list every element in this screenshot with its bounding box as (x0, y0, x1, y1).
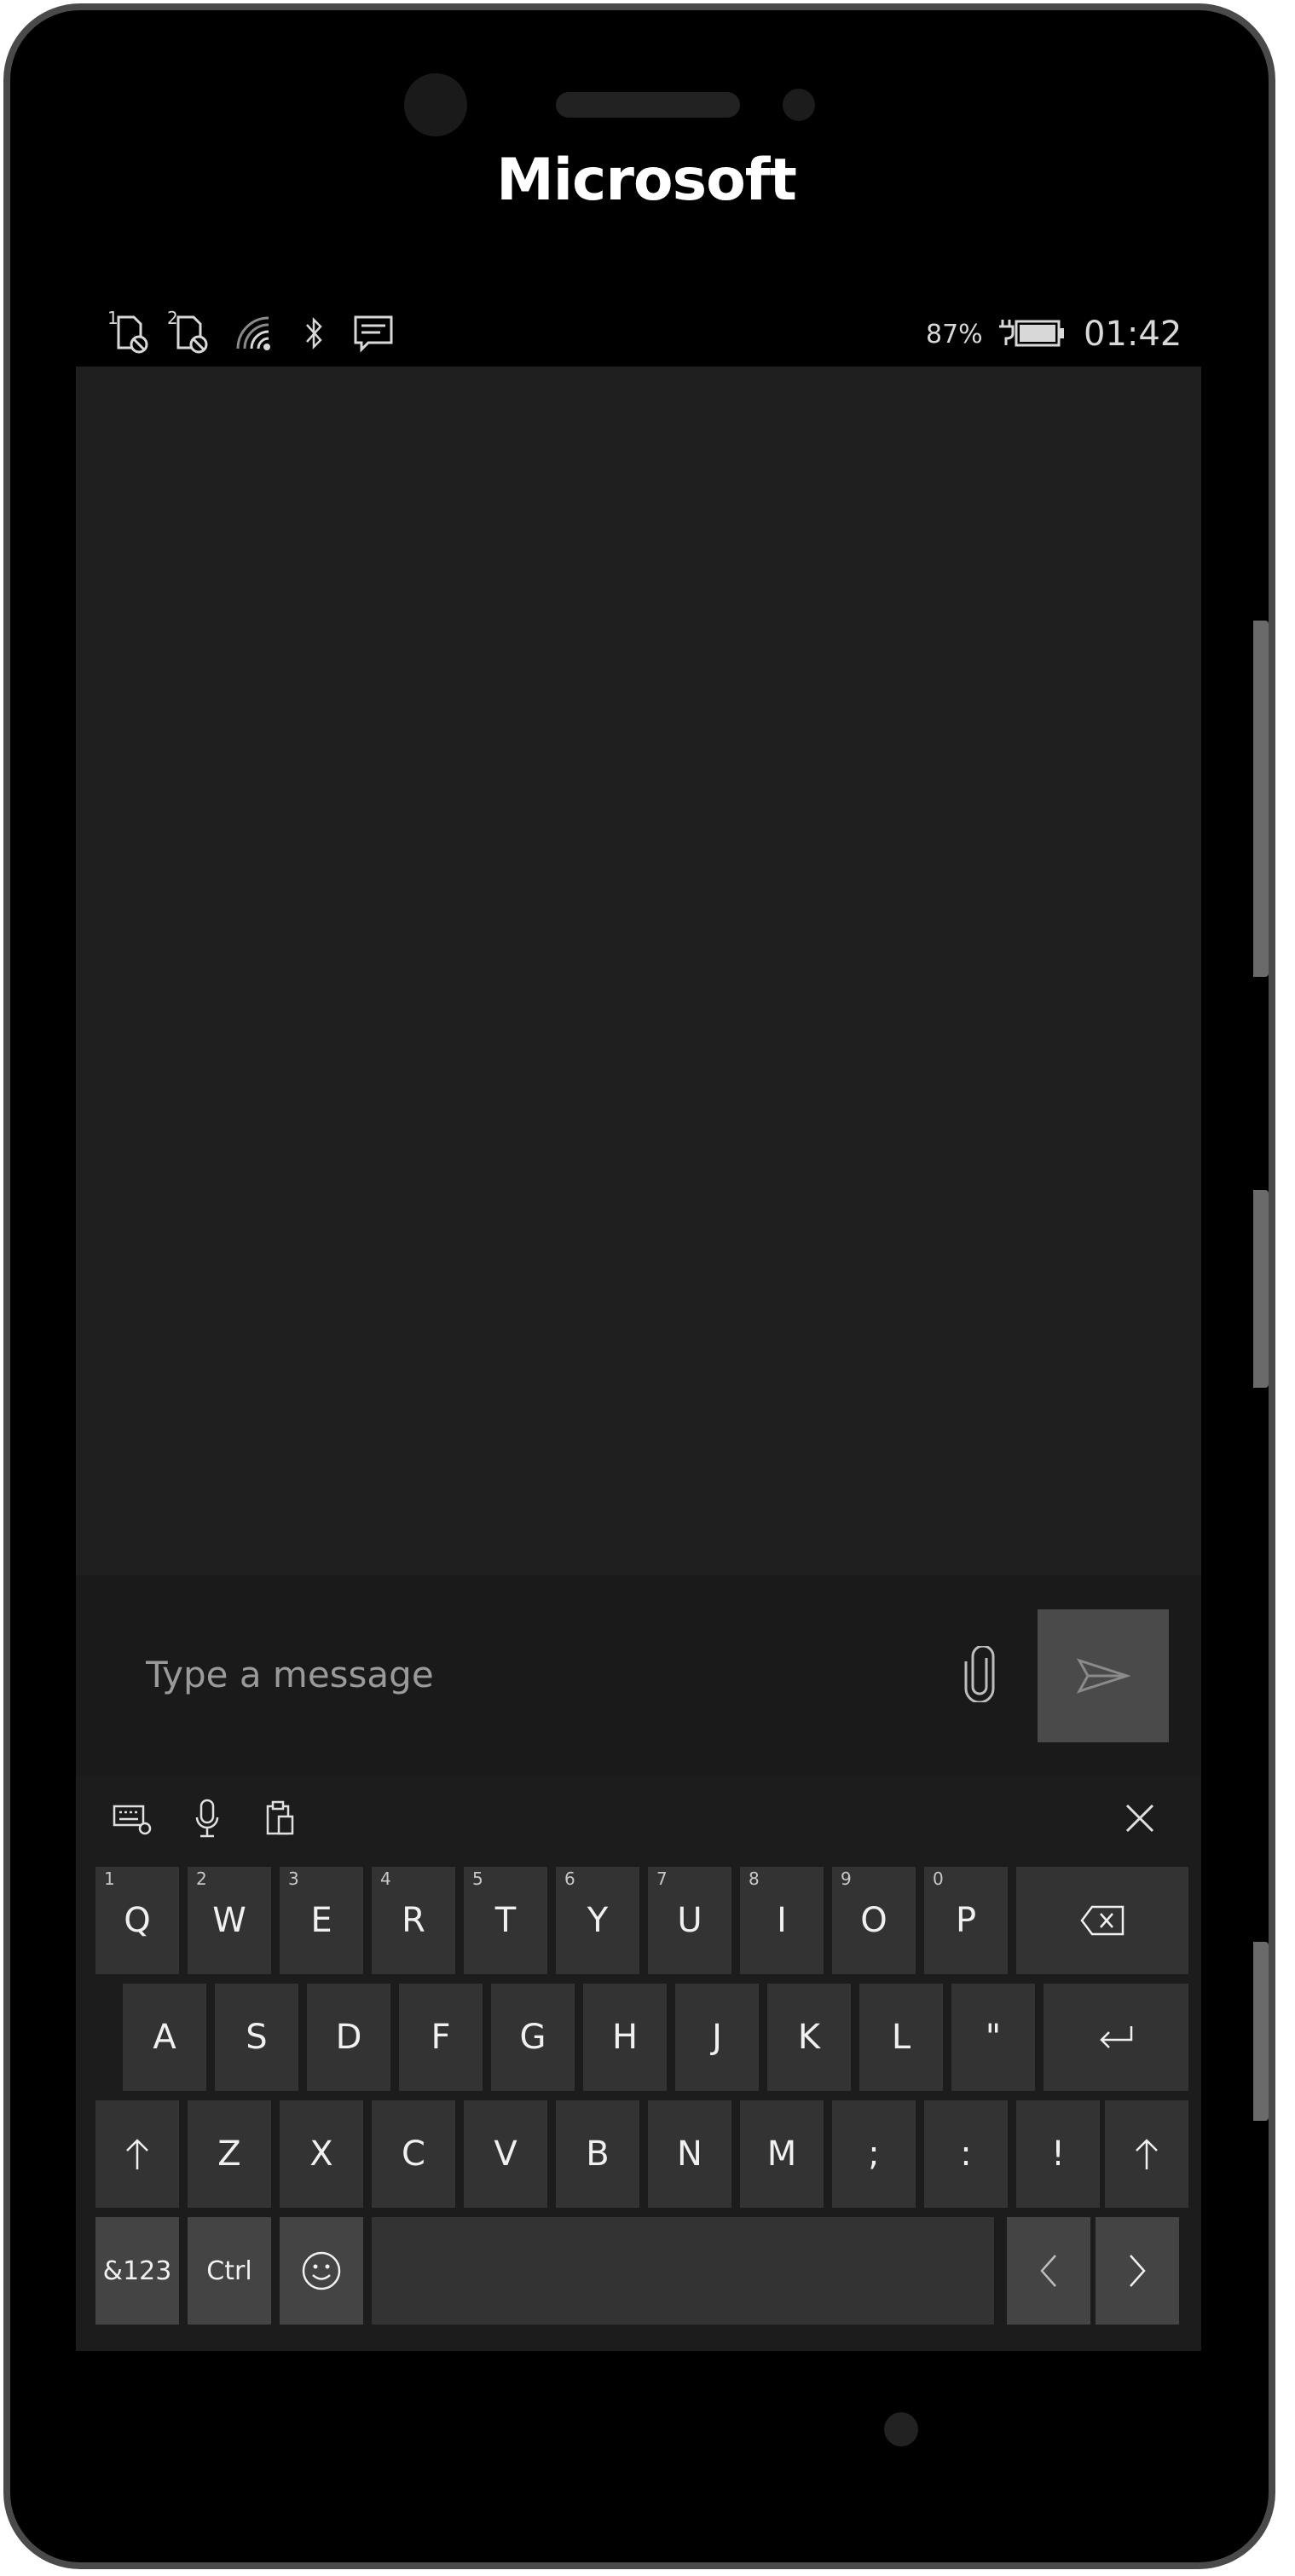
shift-key-right[interactable] (1105, 2100, 1188, 2208)
microphone-icon (195, 1799, 219, 1838)
backspace-icon (1080, 1905, 1124, 1936)
status-bar: 1 2 87% 01:42 (75, 303, 1200, 367)
key-g[interactable]: G (491, 1984, 575, 2091)
battery-percent: 87% (926, 320, 983, 349)
battery-charging-icon (997, 308, 1066, 359)
key-a[interactable]: A (123, 1984, 206, 2091)
paperclip-icon (964, 1646, 995, 1702)
sim1-no-service-icon: 1 (107, 308, 155, 359)
ctrl-key[interactable]: Ctrl (188, 2217, 271, 2325)
bottom-sensor (884, 2412, 918, 2446)
cursor-right-key[interactable] (1096, 2217, 1179, 2325)
bluetooth-icon (298, 308, 329, 359)
symbols-key[interactable]: &123 (95, 2217, 179, 2325)
key-colon[interactable]: : (924, 2100, 1008, 2208)
key-o[interactable]: 9O (832, 1867, 916, 1974)
cursor-left-key[interactable] (1007, 2217, 1090, 2325)
brand-logo: Microsoft (496, 147, 797, 214)
dictation-button[interactable] (182, 1793, 233, 1844)
sim2-no-service-icon: 2 (167, 308, 215, 359)
key-semicolon[interactable]: ; (832, 2100, 916, 2208)
key-t[interactable]: 5T (464, 1867, 547, 1974)
key-x[interactable]: X (280, 2100, 363, 2208)
key-k[interactable]: K (767, 1984, 851, 2091)
clipboard-button[interactable] (255, 1793, 306, 1844)
key-i[interactable]: 8I (740, 1867, 824, 1974)
proximity-sensor (783, 89, 815, 121)
key-f[interactable]: F (399, 1984, 483, 2091)
chevron-right-icon (1130, 2255, 1146, 2287)
on-screen-keyboard: 1Q 2W 3E 4R 5T 6Y 7U 8I 9O 0P A S D F G … (76, 1776, 1201, 2351)
earpiece-speaker (556, 92, 740, 118)
key-j[interactable]: J (675, 1984, 759, 2091)
key-v[interactable]: V (464, 2100, 547, 2208)
camera-button (1253, 1942, 1269, 2121)
keyboard-settings-icon (113, 1805, 152, 1835)
key-q[interactable]: 1Q (95, 1867, 179, 1974)
key-s[interactable]: S (215, 1984, 298, 2091)
shift-icon (126, 2139, 148, 2169)
key-quote[interactable]: " (951, 1984, 1035, 2091)
conversation-area (76, 367, 1201, 1575)
key-n[interactable]: N (648, 2100, 731, 2208)
key-c[interactable]: C (372, 2100, 455, 2208)
key-u[interactable]: 7U (648, 1867, 731, 1974)
emoji-key[interactable] (280, 2217, 363, 2325)
clock: 01:42 (1084, 315, 1182, 354)
close-icon (1125, 1804, 1154, 1833)
key-e[interactable]: 3E (280, 1867, 363, 1974)
power-button (1253, 1190, 1269, 1388)
attach-button[interactable] (941, 1632, 1018, 1717)
key-w[interactable]: 2W (188, 1867, 271, 1974)
send-button[interactable] (1038, 1609, 1169, 1742)
key-b[interactable]: B (556, 2100, 639, 2208)
space-key[interactable] (372, 2217, 994, 2325)
front-camera (404, 73, 467, 136)
key-exclamation[interactable]: ! (1016, 2100, 1100, 2208)
send-icon (1076, 1658, 1130, 1694)
shift-key-left[interactable] (95, 2100, 179, 2208)
enter-key[interactable] (1044, 1984, 1188, 2091)
key-z[interactable]: Z (188, 2100, 271, 2208)
key-r[interactable]: 4R (372, 1867, 455, 1974)
smiley-icon (302, 2251, 341, 2290)
backspace-key[interactable] (1016, 1867, 1188, 1974)
clipboard-icon (266, 1800, 294, 1835)
volume-button (1253, 621, 1269, 977)
key-m[interactable]: M (740, 2100, 824, 2208)
message-input[interactable] (146, 1632, 964, 1717)
keyboard-toolbar (76, 1776, 1201, 1861)
compose-bar (76, 1575, 1201, 1776)
chevron-left-icon (1040, 2255, 1056, 2287)
enter-icon (1100, 2026, 1133, 2048)
key-l[interactable]: L (859, 1984, 943, 2091)
close-keyboard-button[interactable] (1114, 1793, 1165, 1844)
key-h[interactable]: H (583, 1984, 667, 2091)
wifi-icon (234, 308, 276, 359)
key-d[interactable]: D (307, 1984, 390, 2091)
key-p[interactable]: 0P (924, 1867, 1008, 1974)
notification-icon (350, 308, 397, 359)
shift-icon (1136, 2139, 1158, 2169)
keyboard-settings-button[interactable] (107, 1793, 158, 1844)
key-y[interactable]: 6Y (556, 1867, 639, 1974)
